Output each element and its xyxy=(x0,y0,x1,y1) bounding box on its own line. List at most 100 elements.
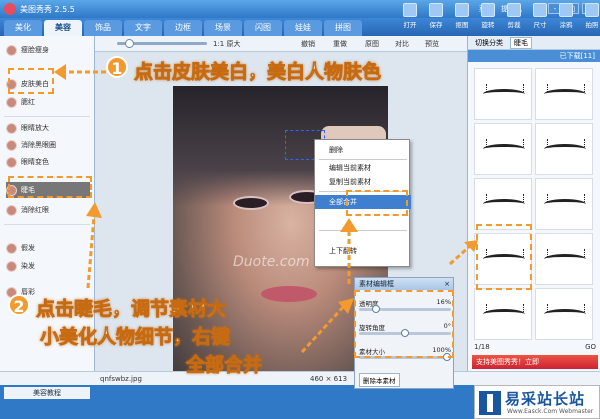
rotate-button[interactable]: 旋转 xyxy=(476,0,500,34)
camera-button[interactable]: 拍照 xyxy=(580,0,600,34)
promo-banner[interactable]: 支持美图秀秀！立即 xyxy=(472,355,598,369)
eyelash-material[interactable] xyxy=(474,178,532,230)
eyelash-material[interactable] xyxy=(535,178,593,230)
menu-item-flip[interactable]: 上下翻转 xyxy=(315,244,411,258)
eyelash-material[interactable] xyxy=(535,288,593,340)
pager: 1/18 GO xyxy=(474,341,596,353)
arrow-step1 xyxy=(54,64,106,80)
redo-button[interactable]: 重做 xyxy=(333,39,347,49)
editor-title: 素材编辑框 xyxy=(359,280,394,288)
brush-icon xyxy=(559,3,573,17)
zoom-slider[interactable] xyxy=(117,39,207,48)
bottom-bar: 美容教程 易采站长站 Www.Easck.Com Webmaster xyxy=(0,385,600,419)
arrow-lash xyxy=(448,240,478,266)
left-item-eye-enlarge[interactable]: 眼睛放大 xyxy=(6,120,90,136)
brand-logo-icon xyxy=(479,391,501,415)
eyelash-material[interactable] xyxy=(474,123,532,175)
highlight-merge-all xyxy=(346,190,408,216)
rotate-icon xyxy=(481,3,495,17)
step-badge-2: 2 xyxy=(8,294,30,316)
cutout-button[interactable]: 抠图 xyxy=(450,0,474,34)
menu-separator xyxy=(319,230,407,231)
crop-button[interactable]: 剪裁 xyxy=(502,0,526,34)
menu-item-delete[interactable]: 删除 xyxy=(315,143,411,157)
open-icon xyxy=(403,3,417,17)
step-badge-1: 1 xyxy=(106,56,128,78)
status-bar: qnfswbz.jpg 460 × 613 xyxy=(0,371,600,385)
save-button[interactable]: 保存 xyxy=(424,0,448,34)
camera-icon xyxy=(585,3,599,17)
main-toolbar: 打开 保存 抠图 旋转 剪裁 尺寸 涂鸦 拍照 截图 xyxy=(398,0,600,36)
menu-item-copy[interactable]: 复制当前素材 xyxy=(315,175,411,189)
highlight-lash-material xyxy=(476,224,532,290)
wig-icon xyxy=(6,242,17,254)
menu-separator xyxy=(319,159,407,160)
left-item-blush[interactable]: 腮红 xyxy=(6,94,90,110)
left-item-wig[interactable]: 假发 xyxy=(6,240,90,256)
hair-icon xyxy=(6,260,17,272)
arrow-step2 xyxy=(86,202,102,289)
step1-caption: 点击皮肤美白，美白人物肤色 xyxy=(134,61,382,84)
crop-icon xyxy=(507,3,521,17)
arrow-merge xyxy=(340,218,358,284)
eye-icon xyxy=(6,122,17,134)
left-item-eye-color[interactable]: 眼睛变色 xyxy=(6,154,90,170)
zoom-label[interactable]: 1:1 原大 xyxy=(213,39,241,49)
eye-icon xyxy=(6,156,17,168)
original-button[interactable]: 原图 xyxy=(365,39,379,49)
resize-icon xyxy=(533,3,547,17)
go-button[interactable]: GO xyxy=(585,343,596,351)
save-icon xyxy=(429,3,443,17)
divider xyxy=(4,224,90,225)
left-item-hair-dye[interactable]: 染发 xyxy=(6,258,90,274)
eye-icon xyxy=(6,204,17,216)
divider xyxy=(4,116,90,117)
doodle-button[interactable]: 涂鸦 xyxy=(554,0,578,34)
step2-caption-line1: 点击睫毛，调节素材大 xyxy=(36,298,227,321)
tab-eyelash[interactable]: 睫毛 xyxy=(510,36,532,49)
step2-caption-line3: 全部合并 xyxy=(186,354,263,377)
eyelash-material[interactable] xyxy=(474,68,532,120)
site-brand: 易采站长站 Www.Easck.Com Webmaster xyxy=(474,385,600,419)
editor-header: 素材编辑框 × xyxy=(355,278,453,290)
preview-button[interactable]: 预览 xyxy=(425,39,439,49)
left-item-red-eye[interactable]: 消除红眼 xyxy=(6,202,90,218)
material-tabs: 切换分类 睫毛 xyxy=(468,36,600,50)
highlight-editor xyxy=(354,290,454,358)
close-icon[interactable]: × xyxy=(444,278,450,290)
canvas-toolbar: 1:1 原大 撤销 重做 原图 对比 预览 xyxy=(95,36,467,52)
downloaded-count[interactable]: 已下载[11] xyxy=(468,50,600,62)
toolbar-area: 打开 保存 抠图 旋转 剪裁 尺寸 涂鸦 拍照 截图 xyxy=(0,0,600,36)
watermark: Duote.com xyxy=(233,254,310,270)
file-name: qnfswbz.jpg xyxy=(100,375,142,383)
blush-icon xyxy=(6,96,17,108)
step2-caption-line2: 小美化人物细节，右键 xyxy=(40,326,231,349)
eye-icon xyxy=(6,139,17,151)
highlight-whiten xyxy=(8,68,54,94)
editor-buttons: 删除本素材 xyxy=(359,373,400,387)
left-item-slim[interactable]: 瘦脸瘦身 xyxy=(6,42,90,58)
page-indicator: 1/18 xyxy=(474,343,490,351)
undo-button[interactable]: 撤销 xyxy=(301,39,315,49)
eyelash-material[interactable] xyxy=(535,233,593,285)
left-item-dark-circles[interactable]: 消除黑眼圈 xyxy=(6,137,90,153)
resize-button[interactable]: 尺寸 xyxy=(528,0,552,34)
open-button[interactable]: 打开 xyxy=(398,0,422,34)
eyelash-grid xyxy=(474,68,596,340)
arrow-editor xyxy=(300,298,354,354)
brand-url: Www.Easck.Com Webmaster xyxy=(507,408,594,415)
right-panel: 切换分类 睫毛 已下载[11] 1/18 GO 支持美图秀秀！立即 xyxy=(467,36,600,371)
delete-material-button[interactable]: 删除本素材 xyxy=(359,373,400,387)
cutout-icon xyxy=(455,3,469,17)
image-dimensions: 460 × 613 xyxy=(310,375,348,383)
left-eye xyxy=(233,196,269,210)
tab-switch-category[interactable]: 切换分类 xyxy=(472,38,506,48)
tutorial-button[interactable]: 美容教程 xyxy=(4,387,90,399)
compare-button[interactable]: 对比 xyxy=(395,39,409,49)
eyelash-material[interactable] xyxy=(535,68,593,120)
eyelash-material[interactable] xyxy=(474,288,532,340)
menu-item-edit[interactable]: 编辑当前素材 xyxy=(315,161,411,175)
eyelash-material[interactable] xyxy=(535,123,593,175)
highlight-eyelash xyxy=(8,176,92,198)
zoom-knob[interactable] xyxy=(125,39,134,48)
